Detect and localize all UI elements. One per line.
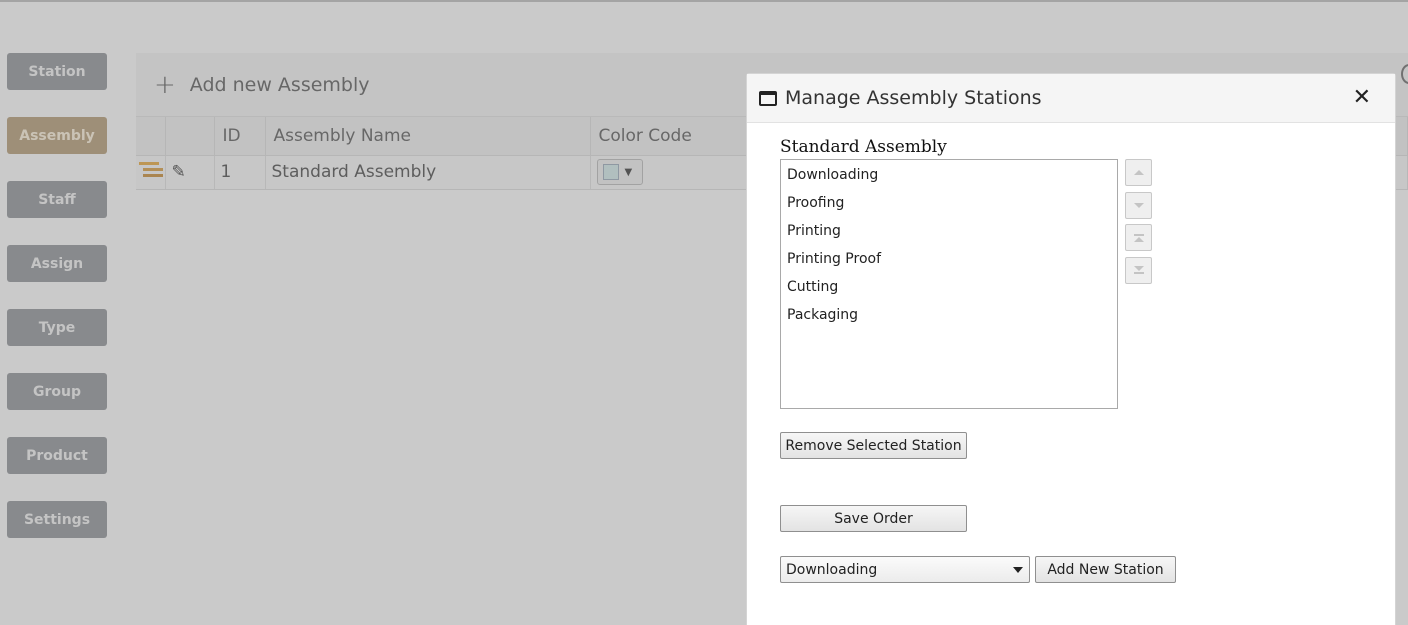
list-item[interactable]: Downloading [781, 164, 1117, 192]
add-new-station-button[interactable]: Add New Station [1035, 556, 1176, 583]
move-up-button[interactable] [1125, 159, 1152, 186]
list-item[interactable]: Printing Proof [781, 248, 1117, 276]
manage-stations-dialog: Manage Assembly Stations ✕ Standard Asse… [746, 73, 1396, 625]
assembly-name-label: Standard Assembly [780, 137, 947, 157]
station-listbox[interactable]: Downloading Proofing Printing Printing P… [780, 159, 1118, 409]
move-down-button[interactable] [1125, 191, 1152, 219]
list-item[interactable]: Packaging [781, 304, 1117, 332]
remove-selected-station-button[interactable]: Remove Selected Station [780, 432, 967, 459]
move-down-icon [1133, 202, 1144, 208]
move-up-icon [1133, 170, 1144, 175]
dialog-header: Manage Assembly Stations ✕ [747, 74, 1395, 123]
window-icon [759, 90, 777, 106]
move-top-button[interactable] [1125, 224, 1152, 251]
station-select[interactable]: Downloading [780, 556, 1030, 583]
order-buttons [1125, 159, 1153, 289]
move-bottom-icon [1133, 266, 1144, 274]
list-item[interactable]: Cutting [781, 276, 1117, 304]
chevron-down-icon [1013, 567, 1023, 573]
close-icon[interactable]: ✕ [1353, 85, 1371, 110]
list-item[interactable]: Printing [781, 220, 1117, 248]
dialog-title: Manage Assembly Stations [785, 87, 1042, 109]
move-bottom-button[interactable] [1125, 256, 1152, 284]
station-select-value: Downloading [786, 561, 878, 578]
save-order-button[interactable]: Save Order [780, 505, 967, 532]
list-item[interactable]: Proofing [781, 192, 1117, 220]
move-top-icon [1133, 233, 1144, 242]
